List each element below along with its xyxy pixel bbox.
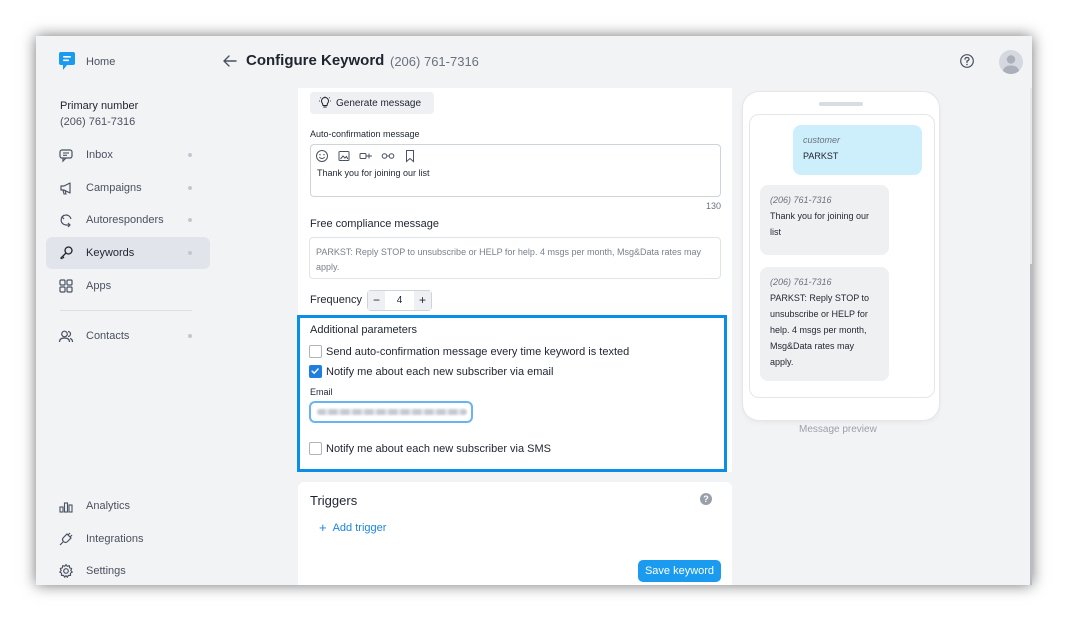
inbox-icon [59, 149, 73, 163]
compliance-message-text: PARKST: Reply STOP to unsubscribe or HEL… [316, 247, 702, 272]
key-icon [60, 246, 73, 260]
sidebar-item-integrations[interactable]: Integrations [46, 523, 210, 555]
app-window: Home Primary number (206) 761-7316 Inbox… [36, 36, 1032, 585]
user-avatar-icon [1002, 55, 1020, 74]
sidebar-item-label: Settings [86, 565, 126, 577]
triggers-help-icon[interactable]: ? [700, 493, 712, 505]
auto-confirmation-label: Auto-confirmation message [310, 129, 420, 139]
redacted-email-value [317, 409, 467, 415]
plus-icon: + [319, 520, 327, 535]
sidebar-item-label: Inbox [86, 149, 113, 161]
message-text: PARKST: Reply STOP to unsubscribe or HEL… [770, 293, 870, 367]
email-label: Email [310, 387, 333, 397]
plug-icon [59, 532, 73, 546]
notify-email-label[interactable]: Notify me about each new subscriber via … [326, 366, 553, 378]
sidebar-item-campaigns[interactable]: Campaigns [46, 172, 210, 204]
gear-icon [59, 563, 73, 578]
message-preview-caption: Message preview [799, 424, 877, 435]
link-shortener-icon[interactable] [359, 149, 373, 163]
frequency-value[interactable]: 4 [385, 291, 414, 310]
message-sender: (206) 761-7316 [770, 277, 832, 287]
home-link[interactable]: Home [86, 56, 115, 68]
frequency-label: Frequency [310, 294, 362, 306]
collapse-dot [188, 153, 192, 157]
back-arrow-icon[interactable] [222, 53, 238, 69]
autoresponder-icon [60, 214, 72, 228]
customer-message-bubble: customer PARKST [793, 125, 922, 175]
lightbulb-icon [319, 96, 331, 108]
contacts-icon [58, 330, 74, 343]
main-scrollbar-thumb[interactable] [1030, 264, 1032, 585]
character-count: 130 [706, 201, 722, 211]
message-text: PARKST [803, 151, 839, 161]
sidebar-item-label: Apps [86, 280, 112, 292]
add-trigger-label: Add trigger [332, 521, 387, 534]
frequency-increment-button[interactable]: + [414, 291, 431, 310]
sidebar-item-keywords[interactable]: Keywords [46, 237, 210, 269]
phone-speaker [819, 102, 863, 106]
collapse-dot [188, 218, 192, 222]
save-keyword-button[interactable]: Save keyword [638, 560, 721, 582]
compliance-message-box: PARKST: Reply STOP to unsubscribe or HEL… [309, 237, 721, 279]
notify-sms-checkbox[interactable] [309, 442, 322, 455]
bookmark-icon[interactable] [403, 149, 417, 163]
message-text: Thank you for joining our list [770, 211, 870, 237]
add-trigger-button[interactable]: + Add trigger [319, 520, 386, 535]
frequency-decrement-button[interactable]: − [368, 291, 385, 310]
send-every-time-checkbox[interactable] [309, 345, 322, 358]
user-avatar[interactable] [999, 50, 1023, 74]
notify-email-checkbox[interactable] [309, 365, 322, 378]
sidebar-divider [60, 310, 192, 311]
collapse-dot [188, 251, 192, 255]
checkmark-icon [311, 368, 319, 374]
sidebar-item-label: Autoresponders [86, 214, 164, 226]
message-sender: (206) 761-7316 [770, 195, 832, 205]
compliance-message-bubble: (206) 761-7316 PARKST: Reply STOP to uns… [760, 267, 889, 381]
merge-field-icon[interactable] [381, 149, 395, 163]
collapse-dot [188, 334, 192, 338]
reply-message-bubble: (206) 761-7316 Thank you for joining our… [760, 185, 889, 255]
additional-parameters-title: Additional parameters [310, 324, 418, 336]
megaphone-icon [60, 182, 71, 195]
sidebar-item-autoresponders[interactable]: Autoresponders [46, 204, 210, 236]
compliance-label: Free compliance message [310, 218, 440, 230]
auto-confirmation-text: Thank you for joining our list [317, 168, 430, 178]
sidebar-item-label: Keywords [86, 247, 135, 259]
sidebar-item-apps[interactable]: Apps [46, 270, 210, 302]
primary-number-value: (206) 761-7316 [60, 116, 136, 128]
sidebar-item-label: Contacts [86, 330, 130, 342]
apps-grid-icon [59, 279, 73, 293]
primary-number-label: Primary number [60, 100, 139, 112]
image-icon[interactable] [337, 149, 351, 163]
help-icon[interactable] [959, 53, 975, 69]
page-subtitle: (206) 761-7316 [390, 54, 479, 69]
send-every-time-label[interactable]: Send auto-confirmation message every tim… [326, 346, 629, 358]
email-field[interactable] [309, 401, 473, 423]
auto-confirmation-textarea[interactable]: Thank you for joining our list [310, 144, 721, 197]
notify-sms-label[interactable]: Notify me about each new subscriber via … [326, 443, 551, 455]
sidebar-item-settings[interactable]: Settings [46, 555, 210, 585]
bar-chart-icon [59, 502, 73, 513]
generate-message-button[interactable]: Generate message [310, 92, 434, 114]
sidebar-item-contacts[interactable]: Contacts [46, 320, 210, 352]
sidebar-item-label: Campaigns [86, 182, 142, 194]
page-title: Configure Keyword [246, 52, 385, 69]
triggers-title: Triggers [310, 493, 358, 508]
collapse-dot [188, 186, 192, 190]
app-logo-icon[interactable] [56, 50, 78, 72]
sidebar-item-label: Integrations [86, 533, 144, 545]
message-sender: customer [803, 135, 841, 145]
emoji-icon[interactable] [315, 149, 329, 163]
frequency-stepper[interactable]: − 4 + [367, 290, 432, 311]
sidebar-item-inbox[interactable]: Inbox [46, 139, 210, 171]
generate-message-label: Generate message [336, 97, 422, 109]
sidebar: Home Primary number (206) 761-7316 Inbox… [36, 36, 222, 585]
sidebar-item-label: Analytics [86, 500, 131, 512]
sidebar-item-analytics[interactable]: Analytics [46, 490, 210, 522]
